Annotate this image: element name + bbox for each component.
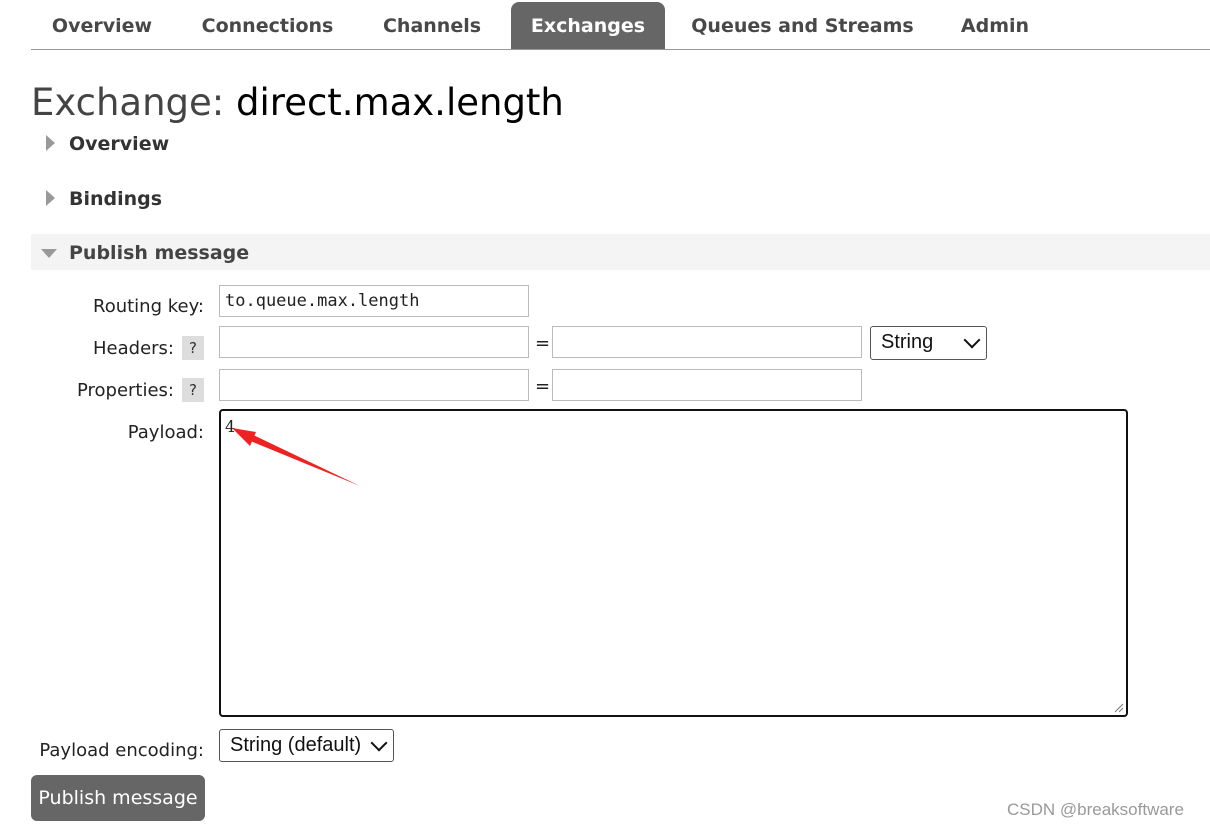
tab-exchanges[interactable]: Exchanges <box>511 2 665 49</box>
watermark: CSDN @breaksoftware <box>1007 800 1184 819</box>
routing-key-label: Routing key: <box>93 296 204 317</box>
section-overview[interactable]: Overview <box>31 125 1210 161</box>
payload-encoding-label: Payload encoding: <box>39 740 204 761</box>
properties-label: Properties: <box>76 380 174 401</box>
tab-queues-and-streams[interactable]: Queues and Streams <box>681 2 924 49</box>
header-value-input[interactable] <box>552 326 862 358</box>
main-nav-tabs: Overview Connections Channels Exchanges … <box>31 2 1210 50</box>
expand-triangle-icon <box>46 190 55 206</box>
header-key-input[interactable] <box>219 326 529 358</box>
header-equals-sign: = <box>535 333 551 354</box>
exchange-name: direct.max.length <box>236 81 564 124</box>
expand-triangle-icon <box>46 135 55 151</box>
tab-connections[interactable]: Connections <box>191 2 344 49</box>
chevron-down-icon <box>963 331 981 349</box>
collapse-triangle-icon <box>41 249 57 258</box>
headers-label: Headers: <box>93 338 174 359</box>
section-bindings-label: Bindings <box>69 188 163 210</box>
payload-encoding-select[interactable]: String (default) <box>219 729 394 762</box>
page-title: Exchange: direct.max.length <box>31 80 564 126</box>
header-type-value: String <box>881 331 934 353</box>
chevron-down-icon <box>370 734 388 752</box>
payload-value: 4 <box>225 417 236 436</box>
tab-channels[interactable]: Channels <box>361 2 503 49</box>
publish-message-button[interactable]: Publish message <box>31 775 205 821</box>
tab-overview[interactable]: Overview <box>31 2 173 49</box>
section-publish-label: Publish message <box>69 242 250 264</box>
section-bindings[interactable]: Bindings <box>31 180 1210 216</box>
payload-label: Payload: <box>127 422 204 443</box>
payload-textarea[interactable]: 4 <box>219 409 1128 717</box>
property-key-input[interactable] <box>219 369 529 401</box>
header-type-select[interactable]: String <box>870 326 987 360</box>
property-equals-sign: = <box>535 376 551 397</box>
section-publish-message[interactable]: Publish message <box>31 234 1210 270</box>
payload-encoding-value: String (default) <box>230 734 362 756</box>
headers-help-icon[interactable]: ? <box>182 336 204 360</box>
properties-help-icon[interactable]: ? <box>182 378 204 402</box>
routing-key-input[interactable] <box>219 285 529 317</box>
property-value-input[interactable] <box>552 369 862 401</box>
title-prefix: Exchange: <box>31 81 225 124</box>
resize-grip-icon[interactable] <box>1114 703 1124 713</box>
section-overview-label: Overview <box>69 133 170 155</box>
tab-admin[interactable]: Admin <box>946 2 1044 49</box>
